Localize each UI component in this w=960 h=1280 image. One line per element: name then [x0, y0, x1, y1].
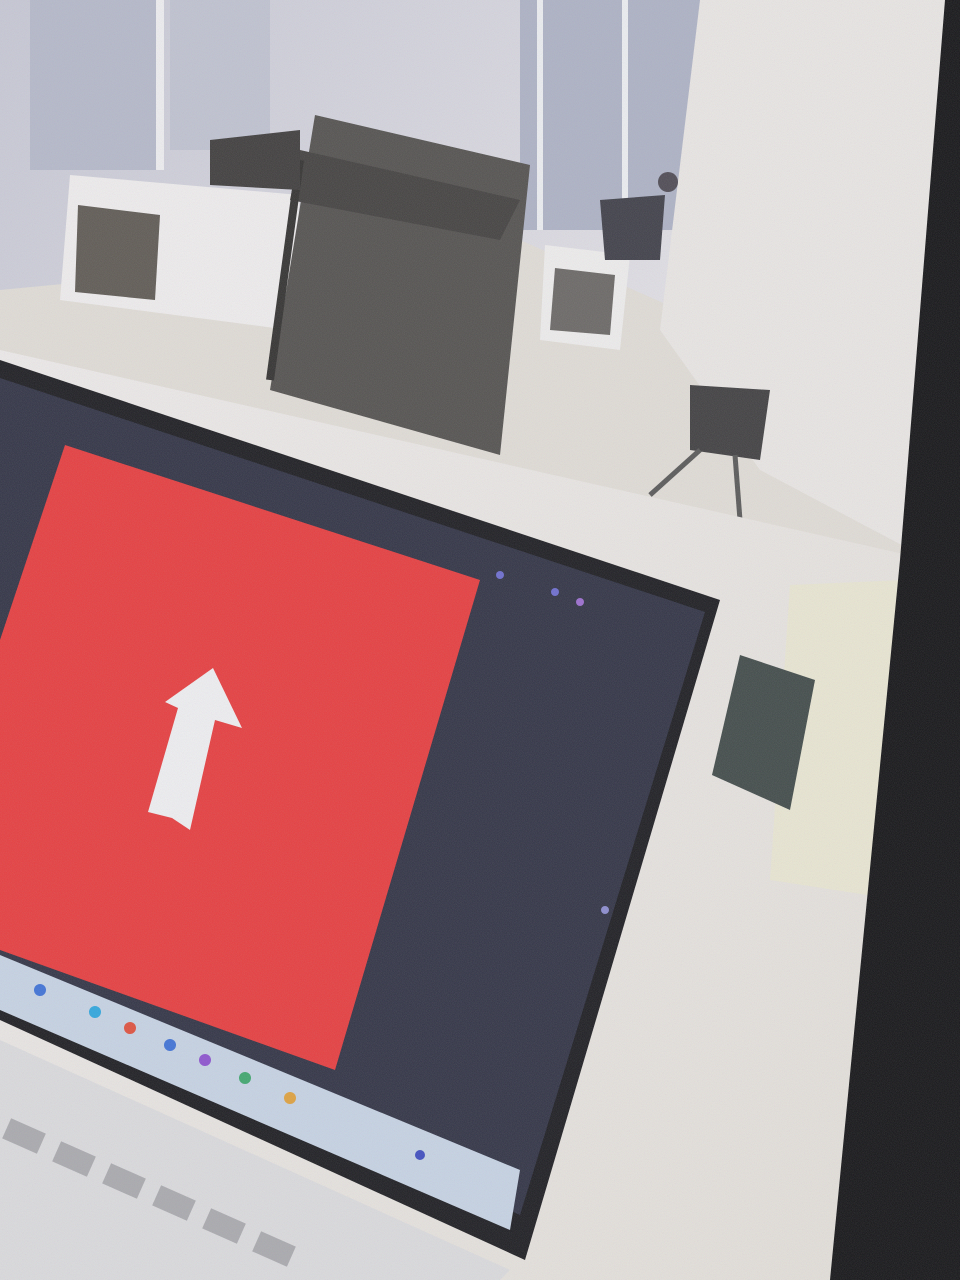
photo-canvas — [0, 0, 960, 1280]
grain-overlay — [0, 0, 960, 1280]
photo-scene — [0, 0, 960, 1280]
